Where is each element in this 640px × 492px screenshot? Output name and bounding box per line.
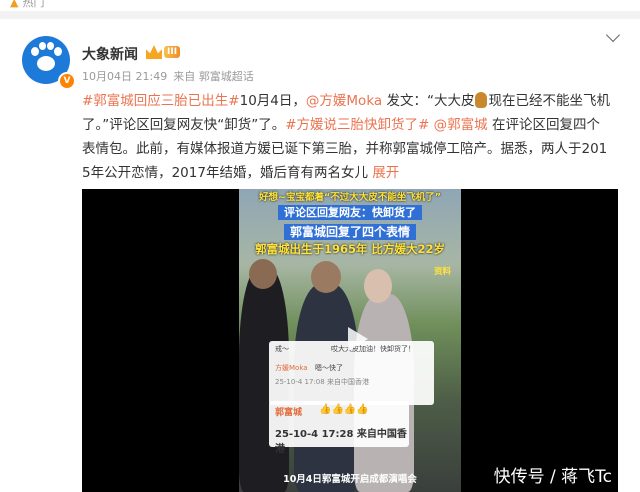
source-watermark: 快传号 / 蒋飞Tc: [493, 467, 612, 487]
video-caption: 10月4日郭富城开启成都演唱会: [283, 474, 417, 485]
post-content: #郭富城回应三胎已出生#10月4日，@方媛Moka 发文：“大大皮 现在已经不能坐…: [82, 89, 610, 185]
hashtag-link[interactable]: #郭富城回应三胎已出生#: [82, 93, 240, 109]
post-timestamp[interactable]: 10月04日 21:49: [82, 70, 167, 83]
video-player[interactable]: 好想~宝宝都着“不过大大皮不能坐飞机了” 评论区回复网友：快卸货了 郭富城回复了…: [82, 189, 618, 492]
content-text: 10月4日，: [239, 93, 306, 109]
hashtag-link[interactable]: #方媛说三胎快卸货了#: [285, 117, 429, 133]
avatar[interactable]: V: [22, 36, 76, 90]
vip-level: III: [164, 46, 181, 58]
post-meta: 10月04日 21:49 来自 郭富城超话: [82, 68, 260, 84]
section-divider: [0, 11, 640, 19]
person-head: [311, 261, 341, 293]
mention-link[interactable]: @方媛Moka: [306, 93, 382, 109]
content-text: 发文：“大大皮: [382, 93, 475, 109]
chevron-down-icon[interactable]: [605, 27, 621, 43]
reply-screenshot: 郭富城 👍👍👍👍 25-10-4 17:28 来自中国香港: [269, 401, 409, 455]
verified-badge-icon: V: [58, 72, 76, 90]
hot-header: ▲ 热门: [0, 0, 640, 10]
video-watermark: 资料: [433, 267, 451, 277]
hot-icon: ▲: [10, 0, 19, 9]
vip-badge[interactable]: III: [146, 44, 181, 60]
crown-icon: [146, 45, 162, 59]
thumbs-emoji-icon: 👍👍👍👍: [319, 404, 369, 415]
post-source[interactable]: 来自 郭富城超话: [173, 70, 254, 83]
person-head: [249, 259, 277, 289]
video-caption: 郭富城回复了四个表情: [239, 223, 461, 240]
mention-link[interactable]: @郭富城: [434, 117, 488, 133]
video-caption: 郭富城出生于1965年 比方媛大22岁: [254, 242, 445, 256]
person-head: [364, 269, 392, 303]
author-name[interactable]: 大象新闻: [82, 44, 138, 64]
peach-emoji-icon: [475, 92, 488, 108]
expand-link[interactable]: 展开: [372, 165, 399, 181]
video-caption: 好想~宝宝都着“不过大大皮不能坐飞机了”: [259, 192, 441, 203]
video-caption: 评论区回复网友：快卸货了: [239, 204, 461, 220]
hot-label: 热门: [22, 0, 45, 9]
play-icon[interactable]: [348, 327, 368, 351]
